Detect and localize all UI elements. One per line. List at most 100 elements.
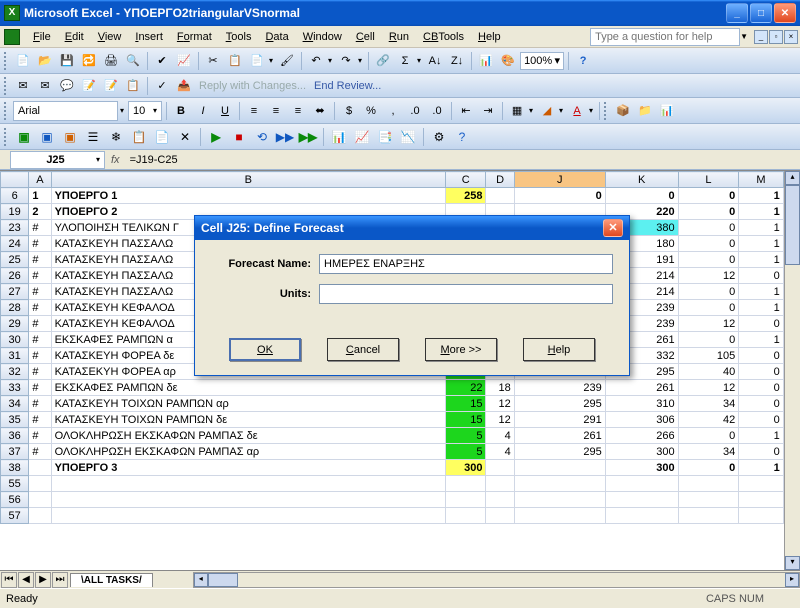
italic-button[interactable]: I [193, 101, 213, 121]
print-icon[interactable]: 🖨 [101, 51, 121, 71]
underline-button[interactable]: U [215, 101, 235, 121]
cell[interactable]: # [29, 444, 51, 460]
end-review-link[interactable]: End Review... [311, 80, 384, 92]
toolbar-handle[interactable] [4, 77, 8, 95]
cell[interactable] [739, 508, 784, 524]
cell[interactable]: 0 [678, 300, 739, 316]
cell[interactable]: 261 [514, 428, 605, 444]
cell[interactable]: 1 [739, 332, 784, 348]
cell[interactable]: 0 [514, 188, 605, 204]
cell[interactable]: 306 [605, 412, 678, 428]
cell[interactable] [486, 492, 514, 508]
cell[interactable] [739, 476, 784, 492]
cell[interactable]: 1 [739, 460, 784, 476]
cell[interactable] [29, 476, 51, 492]
cell[interactable]: 5 [446, 428, 486, 444]
row-header[interactable]: 57 [1, 508, 29, 524]
cell[interactable]: 15 [446, 396, 486, 412]
hyperlink-icon[interactable]: 🔗 [373, 51, 393, 71]
menu-insert[interactable]: Insert [128, 29, 170, 45]
merge-icon[interactable]: ⬌ [310, 101, 330, 121]
cb-select-icon[interactable]: ☰ [83, 127, 103, 147]
cell[interactable]: 34 [678, 396, 739, 412]
cell[interactable]: 2 [29, 204, 51, 220]
cell[interactable]: # [29, 332, 51, 348]
decrease-indent-icon[interactable]: ⇤ [456, 101, 476, 121]
cell[interactable] [678, 508, 739, 524]
increase-indent-icon[interactable]: ⇥ [478, 101, 498, 121]
toolbar-handle[interactable] [4, 102, 8, 120]
align-center-icon[interactable]: ≡ [266, 101, 286, 121]
cell[interactable]: 1 [739, 284, 784, 300]
cell[interactable]: 18 [486, 380, 514, 396]
column-header[interactable] [1, 172, 29, 188]
cb-help-icon[interactable]: ? [452, 127, 472, 147]
sheet-tab-active[interactable]: \ALL TASKS/ [70, 573, 153, 587]
cell[interactable]: # [29, 268, 51, 284]
bold-button[interactable]: B [171, 101, 191, 121]
doc-icon[interactable] [4, 29, 20, 45]
track-icon[interactable]: 📋 [123, 76, 143, 96]
row-header[interactable]: 6 [1, 188, 29, 204]
cell[interactable]: 1 [739, 252, 784, 268]
cell[interactable]: # [29, 252, 51, 268]
row-header[interactable]: 35 [1, 412, 29, 428]
cell[interactable]: 0 [678, 204, 739, 220]
chart-icon[interactable]: 📊 [476, 51, 496, 71]
sort-asc-icon[interactable]: A↓ [425, 51, 445, 71]
cell[interactable]: 0 [678, 220, 739, 236]
cell[interactable]: ΥΠΟΕΡΓΟ 3 [51, 460, 445, 476]
scroll-down-icon[interactable]: ▾ [785, 556, 800, 570]
cb-decision-icon[interactable]: ▣ [37, 127, 57, 147]
cell[interactable]: 12 [486, 412, 514, 428]
cell[interactable] [514, 508, 605, 524]
menu-tools[interactable]: Tools [219, 29, 259, 45]
cell[interactable]: 12 [678, 380, 739, 396]
cell[interactable] [446, 476, 486, 492]
row-header[interactable]: 34 [1, 396, 29, 412]
row-header[interactable]: 24 [1, 236, 29, 252]
sort-desc-icon[interactable]: Z↓ [447, 51, 467, 71]
next-icon[interactable]: 📝 [79, 76, 99, 96]
cell[interactable]: 239 [514, 380, 605, 396]
tab-last-icon[interactable]: ⏭ [52, 572, 68, 588]
cell[interactable]: # [29, 380, 51, 396]
cell[interactable]: 1 [739, 300, 784, 316]
cell[interactable]: 291 [514, 412, 605, 428]
cell[interactable]: # [29, 284, 51, 300]
format-painter-icon[interactable]: 🖌 [277, 51, 297, 71]
row-header[interactable]: 19 [1, 204, 29, 220]
cell[interactable]: 0 [678, 236, 739, 252]
cell[interactable]: 1 [739, 428, 784, 444]
cell[interactable]: 0 [739, 348, 784, 364]
cell[interactable] [514, 460, 605, 476]
cell[interactable]: # [29, 220, 51, 236]
cell[interactable]: ΟΛΟΚΛΗΡΩΣΗ ΕΚΣΚΑΦΩΝ ΡΑΜΠΑΣ δε [51, 428, 445, 444]
hscroll-right-icon[interactable]: ▸ [785, 573, 799, 587]
cell[interactable]: # [29, 428, 51, 444]
column-header[interactable]: K [605, 172, 678, 188]
cell[interactable]: 12 [486, 396, 514, 412]
row-header[interactable]: 28 [1, 300, 29, 316]
cb-forecast-icon[interactable]: ▣ [60, 127, 80, 147]
cell[interactable] [486, 476, 514, 492]
dialog-close-button[interactable]: ✕ [603, 219, 623, 237]
currency-icon[interactable]: $ [339, 101, 359, 121]
cell[interactable] [51, 508, 445, 524]
menu-window[interactable]: Window [296, 29, 349, 45]
row-header[interactable]: 25 [1, 252, 29, 268]
formula-bar[interactable]: =J19-C25 [126, 154, 800, 166]
cell[interactable]: 22 [446, 380, 486, 396]
cell[interactable]: 0 [678, 460, 739, 476]
cb-reset-icon[interactable]: ⟲ [252, 127, 272, 147]
cell[interactable]: 0 [678, 188, 739, 204]
name-box[interactable]: J25▾ [10, 151, 105, 169]
toolbar-handle[interactable] [4, 52, 8, 70]
cb-copy-icon[interactable]: 📋 [129, 127, 149, 147]
column-header[interactable]: B [51, 172, 445, 188]
percent-icon[interactable]: % [361, 101, 381, 121]
cell[interactable]: 42 [678, 412, 739, 428]
menu-cell[interactable]: Cell [349, 29, 382, 45]
cell[interactable]: 0 [739, 412, 784, 428]
doc-minimize-button[interactable]: _ [754, 30, 768, 44]
